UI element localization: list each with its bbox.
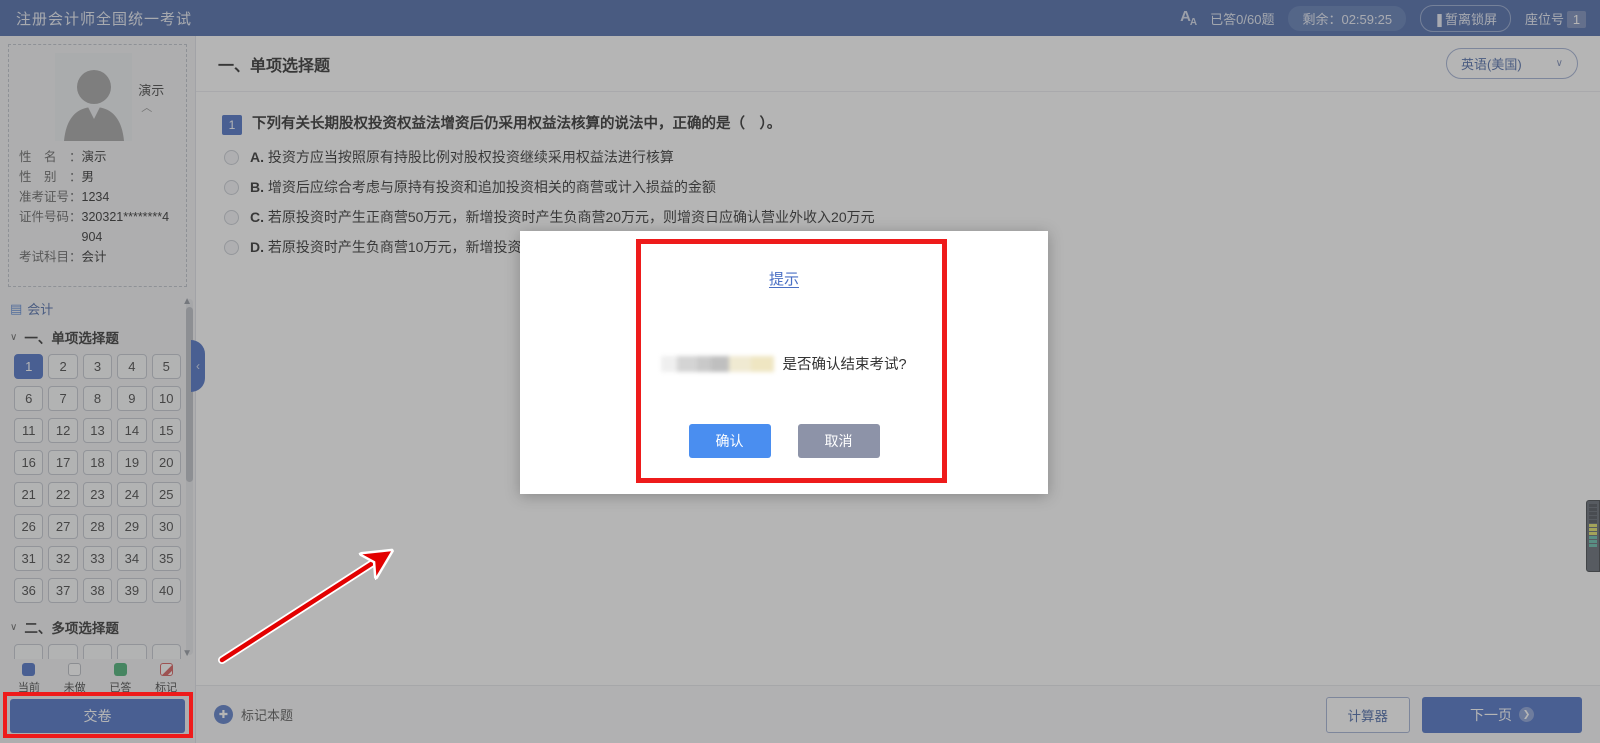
dialog-highlight-annotation (636, 239, 947, 483)
confirm-dialog: 提示 是否确认结束考试? 确认 取消 (520, 231, 1048, 494)
